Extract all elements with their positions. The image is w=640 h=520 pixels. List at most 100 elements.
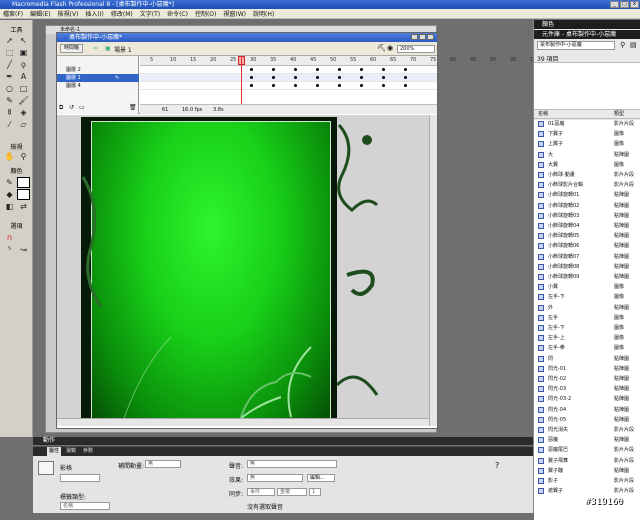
library-item[interactable]: 小飾球影片合輯 影片片段	[534, 181, 640, 190]
keyframe[interactable]	[272, 76, 275, 79]
menu-window[interactable]: 視窗(W)	[223, 9, 246, 18]
library-item[interactable]: 小飾球旋轉09 點陣圖	[534, 273, 640, 282]
keyframe[interactable]	[404, 76, 407, 79]
pin-icon[interactable]: ⚲	[620, 41, 625, 49]
keyframe[interactable]	[316, 76, 319, 79]
library-item[interactable]: 小飾球-動畫 影片片段	[534, 171, 640, 180]
keyframe[interactable]	[250, 76, 253, 79]
swap-colors-icon[interactable]: ⇄	[17, 201, 30, 212]
hand-icon[interactable]: ✋	[3, 151, 16, 162]
library-select[interactable]: 桌布製作中-小惡魔	[537, 41, 615, 50]
smooth-icon[interactable]: ⁵	[3, 244, 16, 255]
library-item[interactable]: 左手-拳 圖像	[534, 344, 640, 353]
frame-row[interactable]	[140, 82, 437, 90]
menu-insert[interactable]: 插入(I)	[85, 9, 103, 18]
library-item[interactable]: 01惡魔 影片片段	[534, 120, 640, 129]
library-item[interactable]: 小飾球旋轉03 點陣圖	[534, 212, 640, 221]
zoom-icon[interactable]: ⚲	[17, 151, 30, 162]
default-colors-icon[interactable]: ◧	[3, 201, 16, 212]
minimize-button[interactable]: _	[610, 1, 619, 8]
free-transform-icon[interactable]: ⬚	[3, 47, 16, 58]
doc-minimize-button[interactable]	[411, 34, 418, 40]
library-item[interactable]: 小翼 圖像	[534, 283, 640, 292]
repeat-select[interactable]: 重複	[277, 488, 307, 496]
keyframe[interactable]	[294, 84, 297, 87]
eraser-icon[interactable]: ▱	[17, 119, 30, 130]
tab-properties[interactable]: 屬性	[47, 447, 62, 456]
keyframe[interactable]	[272, 84, 275, 87]
insert-layer-icon[interactable]: ⧉	[59, 104, 63, 112]
keyframe[interactable]	[382, 68, 385, 71]
oval-icon[interactable]: ○	[3, 83, 16, 94]
library-item[interactable]: 惡魔尾巴 影片片段	[534, 446, 640, 455]
back-arrow-icon[interactable]: ⇦	[93, 45, 98, 52]
stage-hscrollbar[interactable]	[57, 418, 429, 426]
zoom-select[interactable]: 200%	[397, 45, 435, 53]
library-item[interactable]: 閃光-03-2 點陣圖	[534, 395, 640, 404]
menu-view[interactable]: 檢視(V)	[58, 9, 79, 18]
maximize-button[interactable]: □	[620, 1, 629, 8]
layer-row-selected[interactable]: 圖層 1 ✎	[57, 74, 139, 82]
delete-layer-icon[interactable]: 🗑	[129, 104, 137, 111]
label-type-select[interactable]: 名稱	[60, 502, 110, 510]
library-item[interactable]: 左手-上 圖像	[534, 334, 640, 343]
fill-swatch[interactable]	[17, 189, 30, 200]
doc-maximize-button[interactable]	[419, 34, 426, 40]
tab-parameters[interactable]: 參數	[81, 447, 95, 456]
insert-folder-icon[interactable]: ▭	[79, 104, 85, 111]
keyframe[interactable]	[404, 84, 407, 87]
stroke-color-icon[interactable]: ✎	[3, 177, 16, 188]
ink-bottle-icon[interactable]: ⚱	[3, 107, 16, 118]
library-item[interactable]: 小飾球旋轉04 點陣圖	[534, 222, 640, 231]
line-icon[interactable]: ╱	[3, 59, 16, 70]
sound-select[interactable]: 無	[247, 460, 337, 468]
library-item[interactable]: 小飾球旋轉01 點陣圖	[534, 191, 640, 200]
library-item[interactable]: 翼子醜 點陣圖	[534, 467, 640, 476]
library-item[interactable]: 大翼 圖像	[534, 161, 640, 170]
rectangle-icon[interactable]: □	[17, 83, 30, 94]
library-item[interactable]: 閃光-01 點陣圖	[534, 365, 640, 374]
arrow-icon[interactable]: ➚	[3, 35, 16, 46]
keyframe[interactable]	[338, 68, 341, 71]
menu-file[interactable]: 檔案(F)	[3, 9, 23, 18]
library-item[interactable]: 左手-下 圖像	[534, 324, 640, 333]
menu-help[interactable]: 說明(H)	[253, 9, 274, 18]
keyframe[interactable]	[294, 68, 297, 71]
lasso-icon[interactable]: ϙ	[17, 59, 30, 70]
tween-select[interactable]: 無	[145, 460, 181, 468]
keyframe[interactable]	[404, 68, 407, 71]
library-item[interactable]: 上翼子 圖像	[534, 140, 640, 149]
layer-row[interactable]: 圖層 4	[57, 82, 139, 90]
edit-symbol-icon[interactable]: ◉	[387, 44, 393, 52]
stroke-swatch[interactable]	[17, 177, 30, 188]
edit-button[interactable]: 編輯...	[307, 474, 335, 482]
library-item[interactable]: 閃光-04 點陣圖	[534, 406, 640, 415]
frame-name-input[interactable]	[60, 474, 100, 482]
keyframe[interactable]	[316, 68, 319, 71]
library-item[interactable]: 小飾球旋轉08 點陣圖	[534, 263, 640, 272]
paint-bucket-icon[interactable]: ◈	[17, 107, 30, 118]
keyframe[interactable]	[294, 76, 297, 79]
library-item[interactable]: 影子 影片片段	[534, 477, 640, 486]
library-item[interactable]: 小飾球旋轉02 點陣圖	[534, 202, 640, 211]
library-item[interactable]: 大 點陣圖	[534, 151, 640, 160]
library-item[interactable]: 閃光-03 點陣圖	[534, 385, 640, 394]
menu-edit[interactable]: 編輯(E)	[30, 9, 50, 18]
library-item[interactable]: 閃光-02 點陣圖	[534, 375, 640, 384]
library-panel-header[interactable]: 元件庫 - 桌布製作中-小惡魔	[534, 30, 640, 39]
add-guide-icon[interactable]: ↺	[69, 104, 74, 111]
keyframe[interactable]	[360, 68, 363, 71]
stage[interactable]	[57, 115, 437, 426]
brush-icon[interactable]: 🖌	[17, 95, 30, 106]
edit-scene-icon[interactable]: ⛏	[377, 44, 386, 52]
gradient-transform-icon[interactable]: ▣	[17, 47, 30, 58]
pencil-icon[interactable]: ✎	[3, 95, 16, 106]
col-type[interactable]: 類型	[614, 110, 624, 119]
keyframe[interactable]	[360, 84, 363, 87]
eyedropper-icon[interactable]: ⁄	[3, 119, 16, 130]
library-item[interactable]: 小飾球旋轉06 點陣圖	[534, 242, 640, 251]
frame-row[interactable]	[140, 74, 437, 82]
straighten-icon[interactable]: ↝	[17, 244, 30, 255]
keyframe[interactable]	[316, 84, 319, 87]
col-name[interactable]: 名稱	[538, 110, 548, 119]
